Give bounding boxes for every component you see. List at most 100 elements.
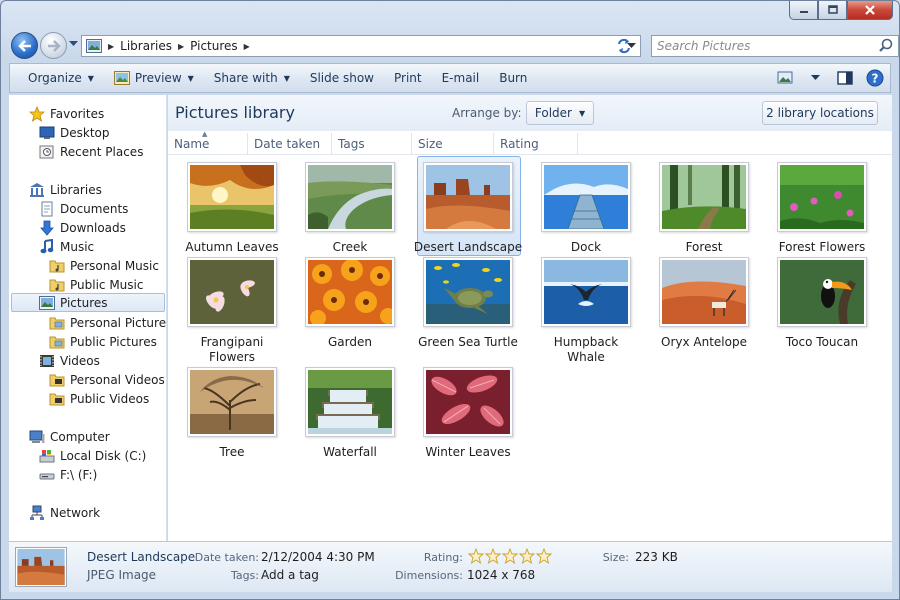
tree-image-icon	[190, 370, 274, 434]
column-label: Tags	[338, 137, 365, 151]
search-input[interactable]	[652, 39, 877, 53]
videos-icon	[40, 354, 54, 367]
maximize-button[interactable]	[818, 1, 847, 20]
arrange-by-dropdown[interactable]: Folder ▼	[526, 101, 594, 125]
nav-downloads[interactable]: Downloads	[39, 218, 126, 237]
rating-star-icon[interactable]	[485, 548, 501, 564]
nav-personal-videos[interactable]: Personal Videos	[49, 370, 165, 389]
tile-label-line: Flowers	[209, 350, 255, 364]
maximize-icon	[827, 5, 838, 14]
view-icon	[777, 71, 793, 84]
address-row: ▶ Libraries ▶ Pictures ▶	[9, 31, 899, 59]
nav-recent-places[interactable]: Recent Places	[39, 142, 143, 161]
share-with-label: Share with	[213, 71, 278, 85]
nav-public-music[interactable]: Public Music	[49, 275, 143, 294]
rating-star-icon[interactable]	[502, 548, 518, 564]
nav-label: Computer	[50, 429, 110, 444]
nav-personal-music[interactable]: Personal Music	[49, 256, 159, 275]
content-pane: Pictures library Arrange by: Folder ▼ 2 l…	[168, 95, 892, 541]
breadcrumb-separator-icon[interactable]: ▶	[178, 42, 184, 51]
column-headers: ▲ Name Date taken Tags Size Rating	[168, 130, 892, 155]
thumbnail	[423, 162, 513, 232]
breadcrumb-pictures[interactable]: Pictures	[190, 39, 238, 53]
forward-button[interactable]	[40, 32, 67, 59]
preview-pane-button[interactable]	[830, 66, 860, 90]
breadcrumb-libraries[interactable]: Libraries	[120, 39, 172, 53]
search-icon[interactable]	[877, 37, 895, 55]
library-locations-label: 2 library locations	[766, 106, 874, 120]
nav-network[interactable]: Network	[29, 503, 100, 522]
nav-libraries[interactable]: Libraries	[29, 180, 102, 199]
details-date-value[interactable]: 2/12/2004 4:30 PM	[261, 550, 375, 564]
preview-menu[interactable]: Preview ▼	[104, 66, 204, 90]
address-bar[interactable]: ▶ Libraries ▶ Pictures ▶	[81, 35, 641, 57]
rating-stars[interactable]	[468, 548, 553, 564]
minimize-button[interactable]	[789, 1, 818, 20]
email-button[interactable]: E-mail	[432, 66, 490, 90]
nav-videos[interactable]: Videos	[39, 351, 100, 370]
nav-label: Documents	[60, 201, 129, 216]
view-options-dropdown[interactable]	[800, 66, 830, 90]
column-tags[interactable]: Tags	[332, 133, 412, 155]
thumbnail	[541, 162, 631, 232]
nav-label: Local Disk (C:)	[60, 448, 147, 463]
chevron-down-icon: ▼	[283, 73, 290, 83]
nav-label: F:\ (F:)	[60, 467, 98, 482]
slide-show-button[interactable]: Slide show	[300, 66, 384, 90]
organize-menu[interactable]: Organize ▼	[18, 66, 104, 90]
details-rating-label: Rating:	[423, 551, 463, 564]
change-view-button[interactable]	[770, 66, 800, 90]
close-button[interactable]	[847, 1, 893, 20]
svg-text:?: ?	[872, 72, 879, 86]
download-arrow-icon	[40, 220, 54, 236]
nav-local-disk[interactable]: Local Disk (C:)	[39, 446, 146, 465]
nav-computer[interactable]: Computer	[29, 427, 110, 446]
tile-label: Oryx Antelope	[661, 335, 747, 349]
nav-personal-pictures[interactable]: Personal Pictures	[49, 313, 166, 332]
column-name[interactable]: ▲ Name	[168, 130, 248, 155]
details-size-value: 223 KB	[635, 550, 678, 564]
nav-public-videos[interactable]: Public Videos	[49, 389, 149, 408]
green-sea-turtle-image-icon	[426, 260, 510, 324]
chevron-down-icon: ▼	[187, 73, 194, 83]
nav-music[interactable]: Music	[39, 237, 94, 256]
column-date-taken[interactable]: Date taken	[248, 133, 332, 155]
recent-pages-dropdown-icon[interactable]	[69, 41, 78, 47]
nav-documents[interactable]: Documents	[39, 199, 128, 218]
share-with-menu[interactable]: Share with ▼	[204, 66, 300, 90]
tile-label: Autumn Leaves	[185, 240, 279, 254]
back-button[interactable]	[11, 32, 38, 59]
nav-pictures[interactable]: Pictures	[11, 293, 165, 312]
thumbnail	[777, 257, 867, 327]
folder-icon	[49, 336, 65, 348]
help-button[interactable]: ?	[860, 66, 890, 90]
tile-label-line: Whale	[567, 350, 605, 364]
thumbnail	[187, 367, 277, 437]
nav-desktop[interactable]: Desktop	[39, 123, 110, 142]
nav-public-pictures[interactable]: Public Pictures	[49, 332, 157, 351]
library-locations-button[interactable]: 2 library locations	[762, 101, 878, 125]
back-arrow-icon	[17, 39, 31, 52]
burn-button[interactable]: Burn	[489, 66, 537, 90]
nav-favorites[interactable]: Favorites	[29, 104, 104, 123]
nav-label: Personal Videos	[70, 372, 165, 387]
details-date-label: Date taken:	[194, 551, 259, 564]
column-size[interactable]: Size	[412, 133, 494, 155]
search-box[interactable]	[651, 35, 899, 57]
nav-label: Recent Places	[60, 144, 144, 159]
column-rating[interactable]: Rating	[494, 133, 578, 155]
tile-label-line: Frangipani	[200, 335, 264, 349]
pictures-folder-icon	[86, 39, 102, 53]
nav-f-drive[interactable]: F:\ (F:)	[39, 465, 97, 484]
tile-label: Garden	[328, 335, 372, 349]
rating-star-icon[interactable]	[468, 548, 484, 564]
breadcrumb-separator-icon[interactable]: ▶	[108, 42, 114, 51]
burn-label: Burn	[499, 71, 528, 85]
refresh-button[interactable]	[611, 35, 637, 57]
rating-star-icon[interactable]	[519, 548, 535, 564]
breadcrumb-separator-icon[interactable]: ▶	[244, 42, 250, 51]
details-tags-value[interactable]: Add a tag	[261, 568, 319, 582]
tile-label: Tree	[219, 445, 245, 459]
network-icon	[30, 505, 44, 520]
print-button[interactable]: Print	[384, 66, 432, 90]
